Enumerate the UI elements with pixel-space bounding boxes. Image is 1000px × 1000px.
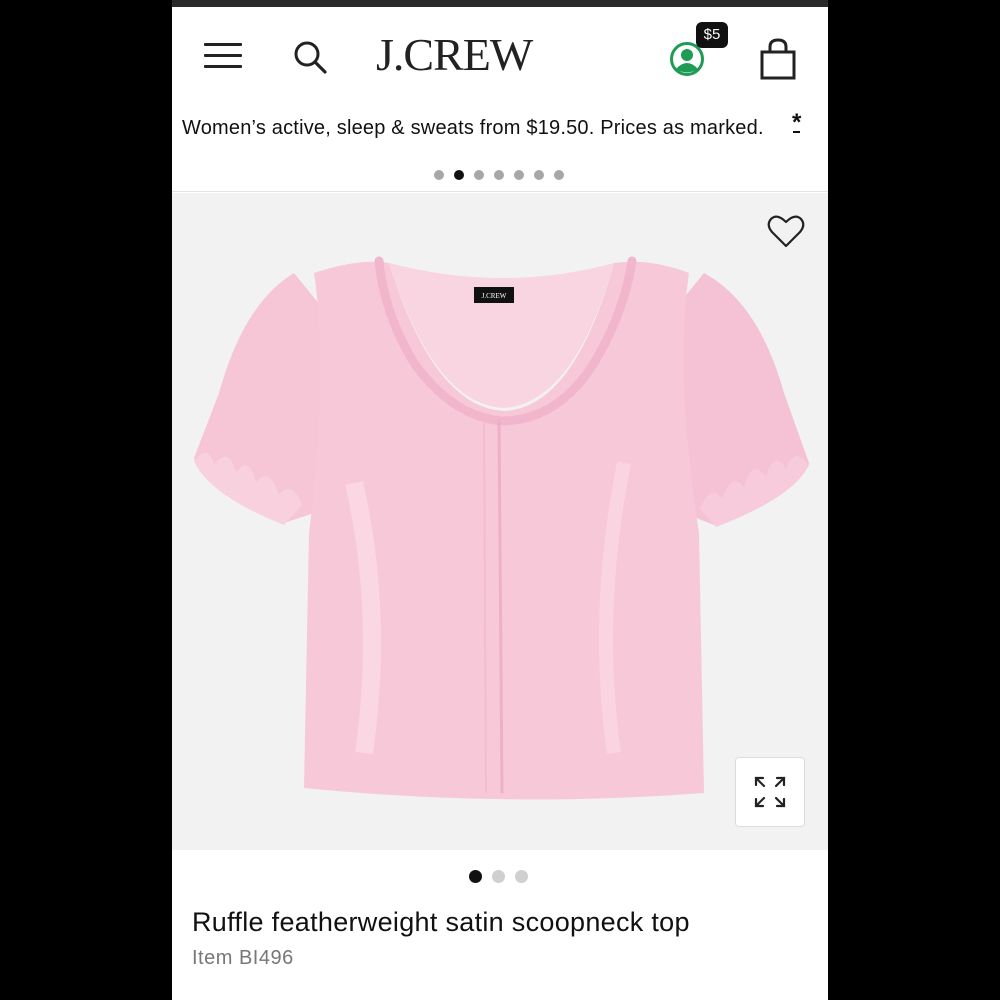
rewards-badge[interactable]: $5	[696, 22, 728, 48]
promo-carousel-dot[interactable]	[514, 170, 524, 180]
image-carousel-dot[interactable]	[515, 870, 528, 883]
promo-carousel-dot[interactable]	[534, 170, 544, 180]
product-item-number: Item BI496	[192, 947, 294, 969]
promo-banner[interactable]: Women’s active, sleep & sweats from $19.…	[172, 107, 828, 192]
promo-carousel-dot[interactable]	[454, 170, 464, 180]
product-image[interactable]: J.CREW	[172, 193, 828, 850]
promo-carousel-dot[interactable]	[554, 170, 564, 180]
product-title: Ruffle featherweight satin scoopneck top	[192, 907, 690, 937]
brand-logo[interactable]: J.CREW	[376, 25, 556, 85]
shopping-bag-icon[interactable]	[759, 37, 797, 81]
search-icon[interactable]	[290, 37, 330, 77]
promo-carousel-dots	[434, 170, 564, 182]
heart-icon[interactable]	[766, 211, 806, 251]
promo-carousel-dot[interactable]	[494, 170, 504, 180]
image-carousel-dot[interactable]	[469, 870, 482, 883]
hamburger-menu-icon[interactable]	[204, 43, 242, 69]
status-bar	[172, 0, 828, 7]
phone-screen: J.CREW $5 Women’s active, sleep & sweats…	[172, 0, 828, 1000]
image-carousel-dots	[469, 870, 528, 883]
promo-carousel-dot[interactable]	[434, 170, 444, 180]
image-carousel-dot[interactable]	[492, 870, 505, 883]
garment-label: J.CREW	[482, 292, 507, 300]
promo-carousel-dot[interactable]	[474, 170, 484, 180]
site-header: J.CREW $5	[172, 7, 828, 107]
promo-text: Women’s active, sleep & sweats from $19.…	[182, 117, 764, 139]
promo-details-link[interactable]: *	[792, 109, 801, 137]
expand-icon[interactable]	[735, 757, 805, 827]
product-photo: J.CREW	[194, 256, 809, 800]
